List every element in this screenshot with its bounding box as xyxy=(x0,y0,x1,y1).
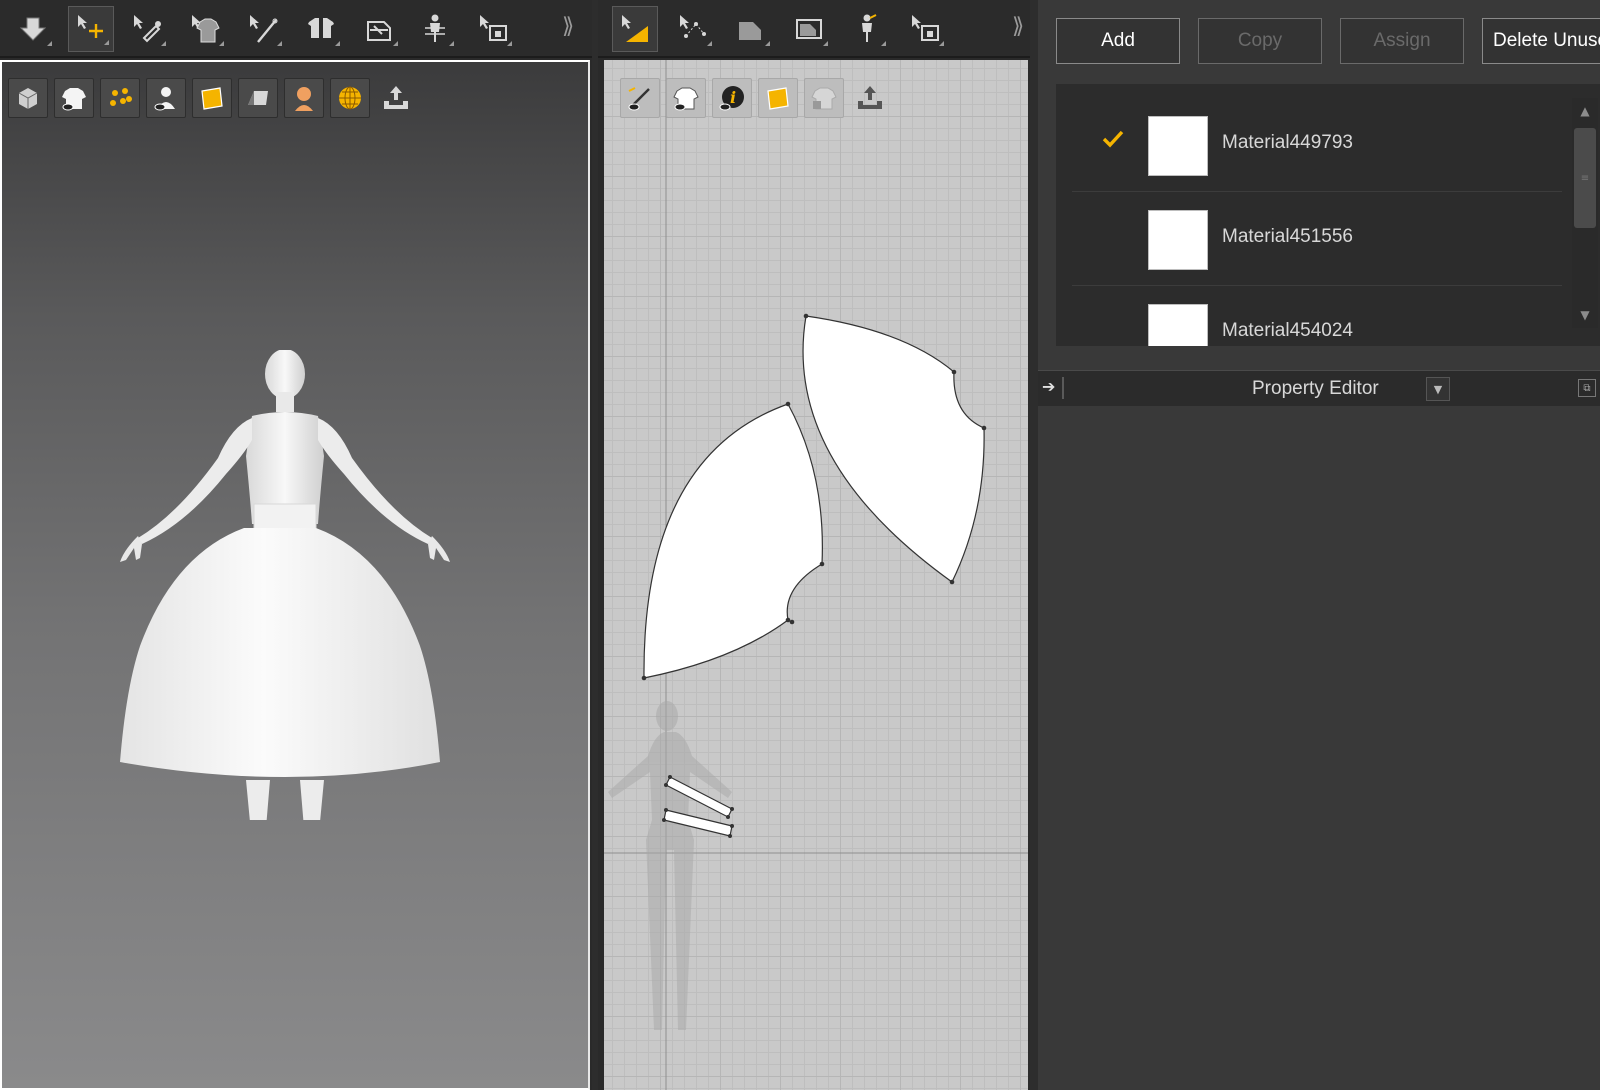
panel-2d: ⟫ i xyxy=(598,0,1030,1090)
material-swatch[interactable] xyxy=(1148,304,1208,346)
delete-unused-button[interactable]: Delete Unused xyxy=(1482,18,1600,64)
sewing-machine-icon[interactable] xyxy=(470,6,516,52)
panel-3d: ⟫ xyxy=(0,0,592,1090)
check-icon xyxy=(1102,130,1124,148)
avatar-pin-icon[interactable] xyxy=(844,6,890,52)
collapse-arrow-icon[interactable]: ➔ xyxy=(1042,377,1062,397)
select-move-icon[interactable] xyxy=(68,6,114,52)
polygon-icon[interactable] xyxy=(728,6,774,52)
add-button[interactable]: Add xyxy=(1056,18,1180,64)
material-scrollbar[interactable]: ▲ ≡ ▼ xyxy=(1572,98,1598,328)
avatar-with-skirt[interactable] xyxy=(102,350,482,820)
scroll-down-icon[interactable]: ▼ xyxy=(1572,302,1598,328)
property-editor-body xyxy=(1038,406,1600,1090)
edit-points-icon[interactable] xyxy=(670,6,716,52)
transform-pattern-icon[interactable] xyxy=(612,6,658,52)
avatar-silhouette xyxy=(608,701,732,1030)
property-editor-header: ➔ Property Editor ▼ ⧉ xyxy=(1038,370,1600,406)
viewport-3d-toolbar xyxy=(8,78,416,118)
show-pattern-line-icon[interactable] xyxy=(620,78,660,118)
particle-distance-icon[interactable] xyxy=(100,78,140,118)
property-editor-title: Property Editor xyxy=(1252,378,1379,399)
skin-avatar-icon[interactable] xyxy=(284,78,324,118)
needle-icon[interactable] xyxy=(240,6,286,52)
material-buttons: Add Copy Assign Delete Unused xyxy=(1056,18,1600,64)
export-upload-icon[interactable] xyxy=(376,78,416,118)
rectangle-icon[interactable] xyxy=(786,6,832,52)
pattern-piece-skirt-front[interactable] xyxy=(643,403,823,679)
toolbar-3d: ⟫ xyxy=(0,0,592,58)
show-avatar-icon[interactable] xyxy=(146,78,186,118)
avatar-measure-icon[interactable] xyxy=(412,6,458,52)
scroll-thumb[interactable]: ≡ xyxy=(1574,128,1596,228)
material-swatch[interactable] xyxy=(1148,116,1208,176)
toolbar-2d: ⟫ xyxy=(598,0,1030,58)
material-list: Material449793 Material451556 Material45… xyxy=(1056,84,1600,346)
material-swatch[interactable] xyxy=(1148,210,1208,270)
material-row[interactable]: Material454024 xyxy=(1072,286,1562,346)
texture-2d-icon[interactable] xyxy=(758,78,798,118)
assign-button[interactable]: Assign xyxy=(1340,18,1464,64)
expand-toolbar-icon[interactable]: ⟫ xyxy=(562,14,574,39)
texture-sheet-icon[interactable] xyxy=(192,78,232,118)
expand-toolbar-2d-icon[interactable]: ⟫ xyxy=(1012,14,1024,39)
garment-select-icon[interactable] xyxy=(182,6,228,52)
viewport-3d[interactable] xyxy=(0,60,590,1090)
show-garment-2d-icon[interactable] xyxy=(666,78,706,118)
popout-icon[interactable]: ⧉ xyxy=(1578,379,1596,397)
chevron-down-icon[interactable]: ▼ xyxy=(1426,377,1450,401)
viewport-2d[interactable]: i xyxy=(604,60,1028,1090)
edit-pin-icon[interactable] xyxy=(124,6,170,52)
show-garment-icon[interactable] xyxy=(54,78,94,118)
material-row[interactable]: Material451556 xyxy=(1072,192,1562,286)
viewport-2d-toolbar: i xyxy=(620,78,890,118)
scroll-up-icon[interactable]: ▲ xyxy=(1572,98,1598,124)
material-name: Material451556 xyxy=(1222,226,1353,247)
sew-segment-icon[interactable] xyxy=(902,6,948,52)
tack-icon[interactable] xyxy=(356,6,402,52)
material-name: Material449793 xyxy=(1222,132,1353,153)
svg-text:i: i xyxy=(730,88,736,107)
material-row[interactable]: Material449793 xyxy=(1072,98,1562,192)
globe-grid-icon[interactable] xyxy=(330,78,370,118)
copy-button[interactable]: Copy xyxy=(1198,18,1322,64)
app-window: ⟫ ⟫ i Add Copy Assign Delete Unus Materi… xyxy=(0,0,1600,1090)
pattern-info-icon[interactable]: i xyxy=(712,78,752,118)
fold-arrangement-icon[interactable] xyxy=(298,6,344,52)
dark-sheet-icon[interactable] xyxy=(238,78,278,118)
locked-garment-icon[interactable] xyxy=(804,78,844,118)
export-2d-icon[interactable] xyxy=(850,78,890,118)
object-browser-panel: Add Copy Assign Delete Unused Material44… xyxy=(1038,0,1600,1090)
texture-cube-icon[interactable] xyxy=(8,78,48,118)
header-divider xyxy=(1062,377,1064,399)
material-name: Material454024 xyxy=(1222,320,1353,341)
pattern-canvas[interactable] xyxy=(604,60,1028,1090)
arrow-down-icon[interactable] xyxy=(10,6,56,52)
pattern-piece-skirt-back[interactable] xyxy=(802,315,985,583)
